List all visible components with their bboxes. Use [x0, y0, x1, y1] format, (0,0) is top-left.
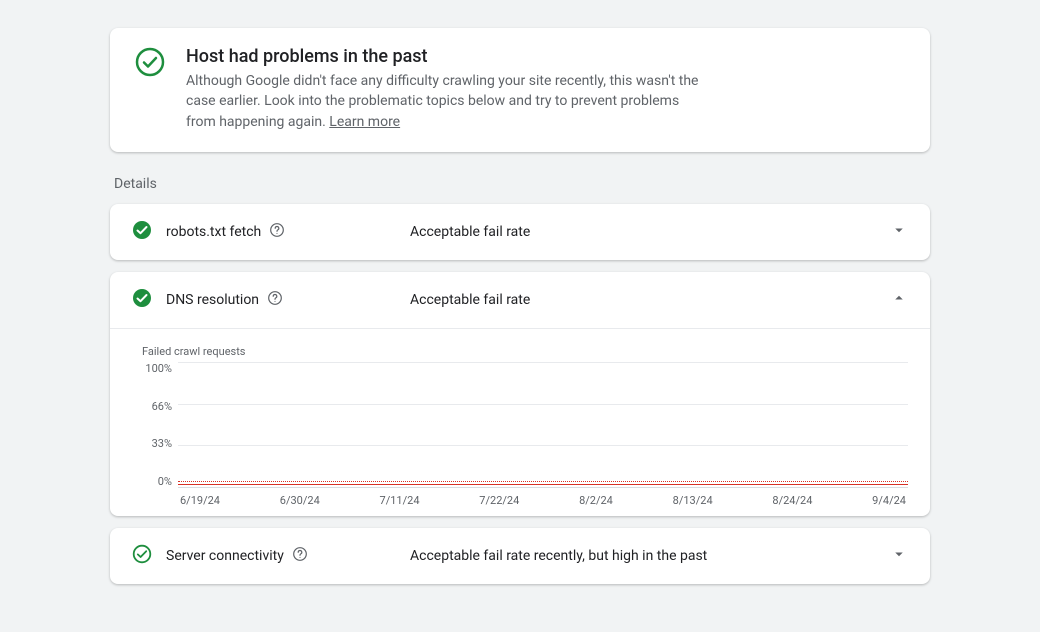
check-solid-icon	[132, 288, 152, 312]
x-tick: 8/2/24	[579, 494, 613, 507]
chart-y-axis: 100% 66% 33% 0%	[132, 362, 172, 488]
chevron-up-icon	[890, 289, 908, 311]
detail-row-server: Server connectivity Acceptable fail rate…	[110, 528, 930, 584]
x-tick: 6/19/24	[180, 494, 220, 507]
chart-series-solid	[178, 484, 908, 485]
banner-description: Although Google didn't face any difficul…	[186, 71, 706, 132]
y-tick: 0%	[132, 475, 172, 488]
help-icon[interactable]	[269, 222, 285, 242]
help-icon[interactable]	[267, 290, 283, 310]
details-heading: Details	[114, 176, 930, 192]
check-solid-icon	[132, 220, 152, 244]
x-tick: 8/24/24	[772, 494, 812, 507]
row-status-dns: Acceptable fail rate	[410, 292, 876, 308]
x-tick: 7/22/24	[479, 494, 519, 507]
chart-area: 100% 66% 33% 0% 6/19/24 6/30/24 7/11/24	[132, 362, 908, 502]
row-toggle-server[interactable]: Server connectivity Acceptable fail rate…	[110, 528, 930, 584]
y-tick: 100%	[132, 362, 172, 375]
row-status-robots: Acceptable fail rate	[410, 224, 876, 240]
x-tick: 8/13/24	[673, 494, 713, 507]
chevron-down-icon	[890, 221, 908, 243]
row-title-robots: robots.txt fetch	[166, 224, 261, 240]
check-outline-icon	[134, 46, 166, 132]
learn-more-link[interactable]: Learn more	[329, 114, 400, 130]
y-tick: 33%	[132, 437, 172, 450]
chart-series-dotted	[178, 481, 908, 482]
chart-plot	[178, 362, 908, 488]
row-toggle-dns[interactable]: DNS resolution Acceptable fail rate	[110, 272, 930, 328]
banner-title: Host had problems in the past	[186, 46, 706, 67]
row-title-server: Server connectivity	[166, 548, 284, 564]
row-status-server: Acceptable fail rate recently, but high …	[410, 548, 876, 564]
row-title-dns: DNS resolution	[166, 292, 259, 308]
banner-description-text: Although Google didn't face any difficul…	[186, 73, 698, 130]
chart-title: Failed crawl requests	[142, 345, 908, 358]
chevron-down-icon	[890, 545, 908, 567]
chart-x-axis: 6/19/24 6/30/24 7/11/24 7/22/24 8/2/24 8…	[178, 488, 908, 507]
check-outline-icon	[132, 544, 152, 568]
host-status-banner: Host had problems in the past Although G…	[110, 28, 930, 152]
help-icon[interactable]	[292, 546, 308, 566]
row-toggle-robots[interactable]: robots.txt fetch Acceptable fail rate	[110, 204, 930, 260]
y-tick: 66%	[132, 400, 172, 413]
detail-row-dns: DNS resolution Acceptable fail rate Fail…	[110, 272, 930, 516]
x-tick: 9/4/24	[872, 494, 906, 507]
detail-row-robots: robots.txt fetch Acceptable fail rate	[110, 204, 930, 260]
x-tick: 6/30/24	[280, 494, 320, 507]
dns-chart-panel: Failed crawl requests 100% 66% 33% 0% 6/…	[110, 328, 930, 516]
x-tick: 7/11/24	[380, 494, 420, 507]
